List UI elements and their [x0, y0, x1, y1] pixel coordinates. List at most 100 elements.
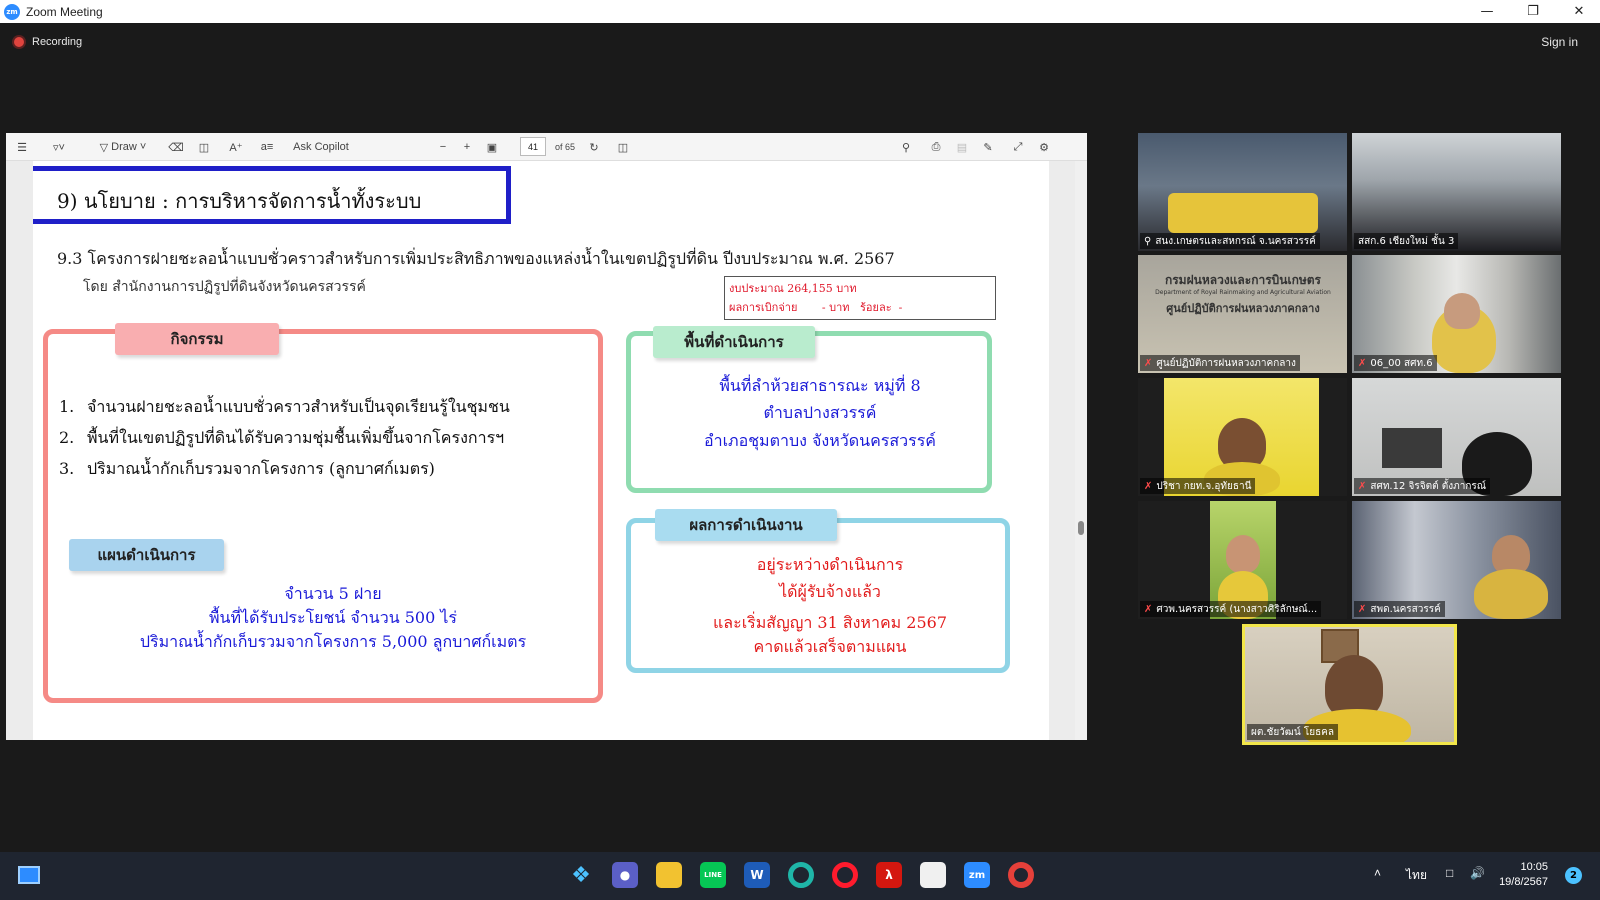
participant-name-label: ✗ ศวพ.นครสวรรค์ (นางสาวศิริลักษณ์... — [1140, 601, 1322, 617]
active-speaker-video-tile[interactable]: ผต.ชัยวัฒน์ โยธคล — [1242, 624, 1457, 745]
participant-name-label: สสก.6 เชียงใหม่ ชั้น 3 — [1354, 233, 1459, 249]
fullscreen-icon[interactable]: ⤢ — [1010, 139, 1026, 155]
pdf-toolbar: ☰ ▿˅ ▽ Draw ˅ ⌫ ◫ A⁺ a≡ Ask Copilot − + … — [6, 133, 1087, 161]
pen-icon: ▽ — [99, 141, 112, 154]
rotate-icon[interactable]: ↻ — [586, 139, 602, 155]
plan-line: จำนวน 5 ฝาย — [284, 584, 382, 603]
mic-muted-icon: ✗ — [1358, 357, 1367, 369]
area-line: ตำบลปางสวรรค์ — [763, 403, 877, 422]
translate-icon[interactable]: a≡ — [258, 139, 276, 155]
pdf-slide: 9) นโยบาย : การบริหารจัดการน้ำทั้งระบบ 9… — [33, 161, 1049, 740]
page-total: of 65 — [554, 142, 576, 152]
search-icon[interactable]: ⚲ — [898, 139, 914, 155]
recording-label: Recording — [32, 36, 83, 48]
ask-copilot-button[interactable]: Ask Copilot — [291, 139, 351, 155]
line-app-icon[interactable]: LINE — [700, 862, 726, 888]
clock-time: 10:05 — [1520, 861, 1548, 873]
word-icon[interactable]: W — [744, 862, 770, 888]
result-line: และเริ่มสัญญา 31 สิงหาคม 2567 — [712, 613, 948, 632]
print-icon[interactable]: ⎙ — [928, 139, 944, 155]
participant-name-label: ผต.ชัยวัฒน์ โยธคล — [1247, 724, 1338, 740]
pin-icon: ⚲ — [1144, 235, 1152, 247]
meeting-topbar: Recording Sign in — [0, 23, 1600, 63]
text-box-icon[interactable]: ◫ — [196, 139, 212, 155]
clock-date: 19/8/2567 — [1499, 876, 1548, 888]
participant-name-label: ⚲ สนง.เกษตรและสหกรณ์ จ.นครสวรรค์ — [1140, 233, 1320, 249]
system-clock[interactable]: 10:05 19/8/2567 — [1499, 860, 1548, 890]
window-titlebar: zm Zoom Meeting — ❐ ✕ — [0, 0, 1600, 23]
save-icon[interactable]: ▤ — [954, 139, 970, 155]
video-tile[interactable]: ⚲ สนง.เกษตรและสหกรณ์ จ.นครสวรรค์ — [1138, 133, 1347, 251]
language-indicator[interactable]: ไทย — [1406, 866, 1427, 885]
start-windows-icon[interactable]: ❖ — [568, 862, 594, 888]
mic-muted-icon: ✗ — [1144, 480, 1153, 492]
participant-name-label: ✗ ศูนย์ปฏิบัติการฝนหลวงภาคกลาง — [1140, 355, 1300, 371]
video-tile[interactable]: ✗ สศท.12 จิรจิตต์ ตั้งภากรณ์ — [1352, 378, 1561, 496]
video-tile[interactable]: สสก.6 เชียงใหม่ ชั้น 3 — [1352, 133, 1561, 251]
save-as-icon[interactable]: ✎ — [980, 139, 996, 155]
mic-muted-icon: ✗ — [1144, 603, 1153, 615]
recording-dot-icon — [14, 37, 24, 47]
video-tile[interactable]: ✗ ปริชา กยท.จ.อุทัยธานี — [1138, 378, 1347, 496]
activity-list: 1. จำนวนฝายชะลอน้ำแบบชั่วคราวสำหรับเป็นจุ… — [59, 391, 510, 484]
edge-browser-icon[interactable] — [788, 862, 814, 888]
area-tag: พื้นที่ดำเนินการ — [653, 326, 815, 358]
area-line: อำเภอชุมตาบง จังหวัดนครสวรรค์ — [703, 431, 937, 450]
restore-button[interactable]: ❐ — [1510, 0, 1556, 23]
signin-button[interactable]: Sign in — [1541, 35, 1578, 49]
plan-line: พื้นที่ได้รับประโยชน์ จำนวน 500 ไร่ — [209, 608, 457, 627]
result-line: คาดแล้วเสร็จตามแผน — [753, 637, 907, 656]
chevron-down-icon: ˅ — [136, 141, 147, 153]
plan-line: ปริมาณน้ำกักเก็บรวมจากโครงการ 5,000 ลูกบ… — [139, 632, 527, 651]
network-icon[interactable]: □ — [1446, 866, 1453, 880]
minimize-button[interactable]: — — [1464, 0, 1510, 23]
video-tile[interactable]: ✗ 06_00 สศท.6 — [1352, 255, 1561, 373]
highlight-icon[interactable]: ▿˅ — [44, 139, 74, 155]
plan-tag: แผนดำเนินการ — [69, 539, 224, 571]
pdf-scrollbar[interactable] — [1075, 161, 1087, 740]
participant-name-label: ✗ ปริชา กยท.จ.อุทัยธานี — [1140, 478, 1256, 494]
page-number-input[interactable]: 41 — [520, 137, 546, 156]
scrollbar-thumb[interactable] — [1078, 521, 1084, 535]
acrobat-icon[interactable]: λ — [876, 862, 902, 888]
participant-name-label: ✗ สพด.นครสวรรค์ — [1354, 601, 1445, 617]
widgets-icon[interactable] — [16, 862, 42, 888]
budget-line-2: ผลการเบิกจ่าย - บาท ร้อยละ - — [729, 301, 903, 314]
notification-badge[interactable]: 2 — [1565, 867, 1582, 884]
volume-icon[interactable]: 🔊 — [1470, 866, 1485, 880]
page-view-icon[interactable]: ◫ — [614, 139, 632, 155]
opera-icon[interactable] — [832, 862, 858, 888]
file-explorer-icon[interactable] — [656, 862, 682, 888]
video-tile[interactable]: ✗ สพด.นครสวรรค์ — [1352, 501, 1561, 619]
result-line: อยู่ระหว่างดำเนินการ — [756, 555, 904, 574]
mic-muted-icon: ✗ — [1144, 357, 1153, 369]
zoom-in-icon[interactable]: + — [460, 139, 474, 155]
eraser-icon[interactable]: ⌫ — [168, 139, 184, 155]
settings-gear-icon[interactable]: ⚙ — [1036, 139, 1052, 155]
result-line: ได้ผู้รับจ้างแล้ว — [779, 582, 881, 601]
sign-text: กรมฝนหลวงและการบินเกษตร — [1164, 273, 1322, 287]
participant-name-label: ✗ 06_00 สศท.6 — [1354, 355, 1437, 371]
sign-subtext: Department of Royal Rainmaking and Agric… — [1155, 289, 1331, 296]
zoom-taskbar-icon[interactable]: zm — [964, 862, 990, 888]
teams-chat-icon[interactable]: ● — [612, 862, 638, 888]
zoom-out-icon[interactable]: − — [436, 139, 450, 155]
fit-page-icon[interactable]: ▣ — [484, 139, 500, 155]
chrome-icon[interactable] — [1008, 862, 1034, 888]
show-hidden-icons-chevron-icon[interactable]: ˄ — [1374, 866, 1381, 880]
participant-name-label: ✗ สศท.12 จิรจิตต์ ตั้งภากรณ์ — [1354, 478, 1491, 494]
video-tile[interactable]: กรมฝนหลวงและการบินเกษตร Department of Ro… — [1138, 255, 1347, 373]
read-aloud-icon[interactable]: A⁺ — [228, 139, 244, 155]
recording-indicator[interactable]: Recording — [14, 36, 82, 48]
video-tile[interactable]: ✗ ศวพ.นครสวรรค์ (นางสาวศิริลักษณ์... — [1138, 501, 1347, 619]
slide-byline: โดย สำนักงานการปฏิรูปที่ดินจังหวัดนครสวร… — [83, 279, 366, 295]
list-item: 3. ปริมาณน้ำกักเก็บรวมจากโครงการ (ลูกบาศก… — [59, 459, 435, 478]
contents-icon[interactable]: ☰ — [14, 139, 30, 155]
activity-tag: กิจกรรม — [115, 323, 279, 355]
document-icon[interactable] — [920, 862, 946, 888]
zoom-app-icon: zm — [4, 3, 20, 20]
draw-button[interactable]: ▽ Draw ˅ — [92, 139, 154, 155]
draw-label: Draw — [111, 141, 137, 153]
close-button[interactable]: ✕ — [1556, 0, 1600, 23]
slide-heading-box: 9) นโยบาย : การบริหารจัดการน้ำทั้งระบบ — [33, 166, 511, 224]
